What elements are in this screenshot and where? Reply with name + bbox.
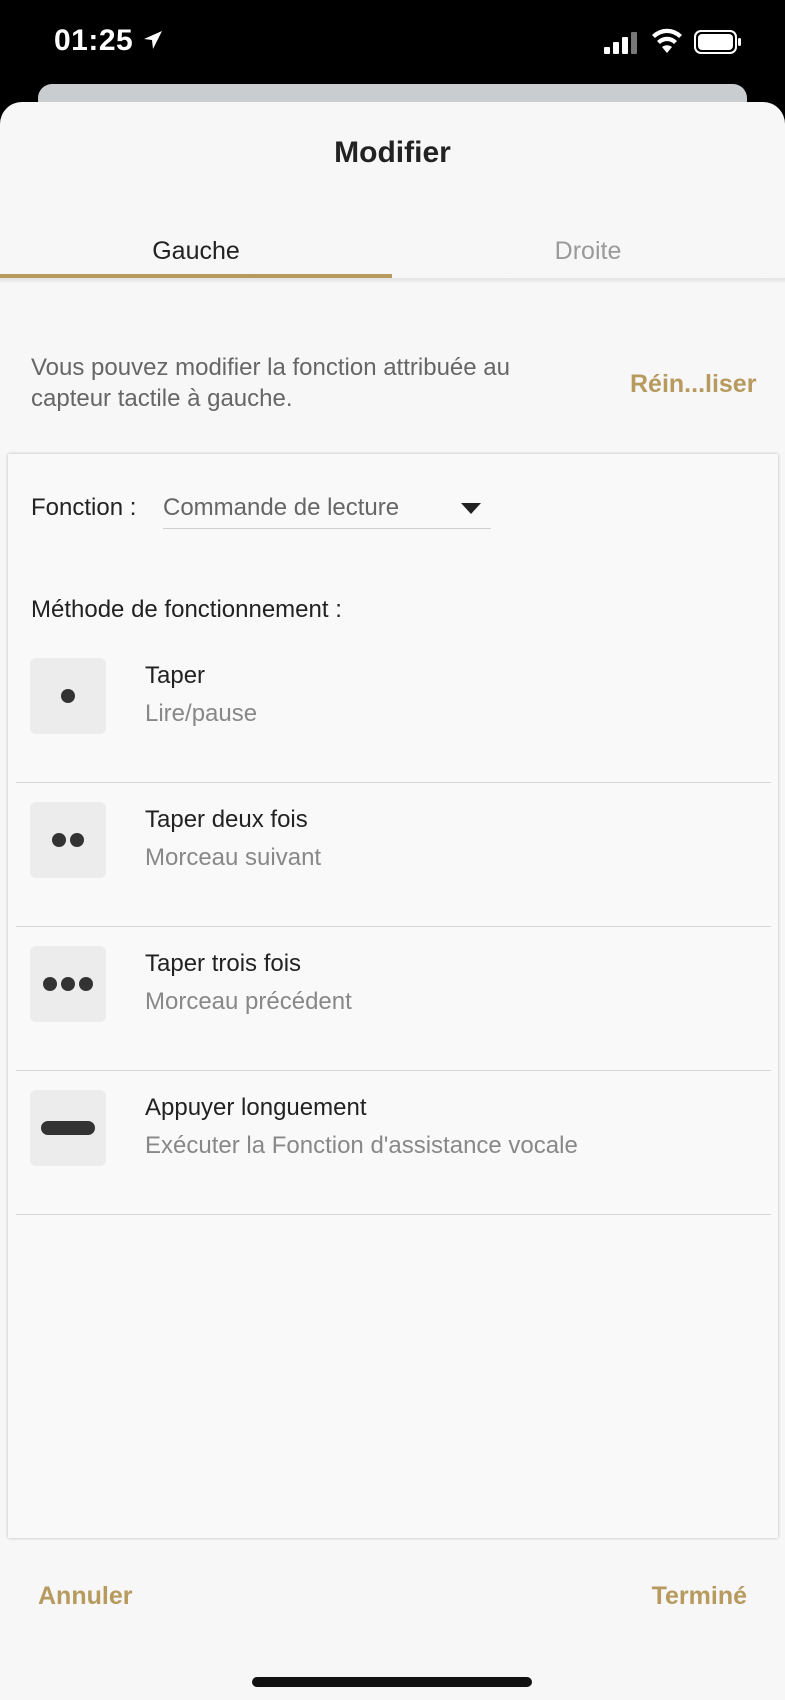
wifi-icon [651,28,683,59]
caret-down-icon [461,502,481,520]
status-time: 01:25 [54,24,134,57]
function-dropdown-value: Commande de lecture [163,494,400,521]
method-title: Appuyer longuement [145,1094,367,1121]
edit-sheet: Modifier Gauche Droite Vous pouvez modif… [0,102,785,1700]
method-title: Taper trois fois [145,950,302,977]
description-text: Vous pouvez modifier la fonction attribu… [31,354,510,412]
cancel-button[interactable]: Annuler [38,1582,132,1611]
single-dot-icon [30,658,106,734]
long-press-bar-icon [30,1090,106,1166]
battery-icon [694,30,742,59]
tab-right[interactable]: Droite [392,222,784,280]
two-dots-icon [30,802,106,878]
three-dots-icon [30,946,106,1022]
method-row-long-press: Appuyer longuement Exécuter la Fonction … [16,1070,771,1215]
function-label: Fonction : [31,494,137,521]
cellular-signal-icon [604,32,638,59]
method-label: Méthode de fonctionnement : [31,596,342,623]
method-title: Taper [145,662,206,689]
tab-left[interactable]: Gauche [0,222,392,280]
sheet-title: Modifier [334,136,451,169]
function-dropdown[interactable]: Commande de lecture [163,490,491,529]
method-subtitle: Exécuter la Fonction d'assistance vocale [145,1132,578,1159]
done-button[interactable]: Terminé [652,1582,747,1611]
method-row-tap: Taper Lire/pause [16,638,771,783]
method-subtitle: Lire/pause [145,700,258,727]
method-subtitle: Morceau précédent [145,988,352,1015]
location-arrow-icon [142,29,164,56]
tab-divider [0,278,785,284]
reset-button[interactable]: Réin...liser [630,370,756,399]
settings-panel: Fonction : Commande de lecture Méthode d… [8,454,778,1538]
method-subtitle: Morceau suivant [145,844,322,871]
method-row-double-tap: Taper deux fois Morceau suivant [16,782,771,927]
home-indicator[interactable] [252,1677,532,1687]
status-bar: 01:25 [0,0,785,90]
method-row-triple-tap: Taper trois fois Morceau précédent [16,926,771,1071]
method-title: Taper deux fois [145,806,308,833]
